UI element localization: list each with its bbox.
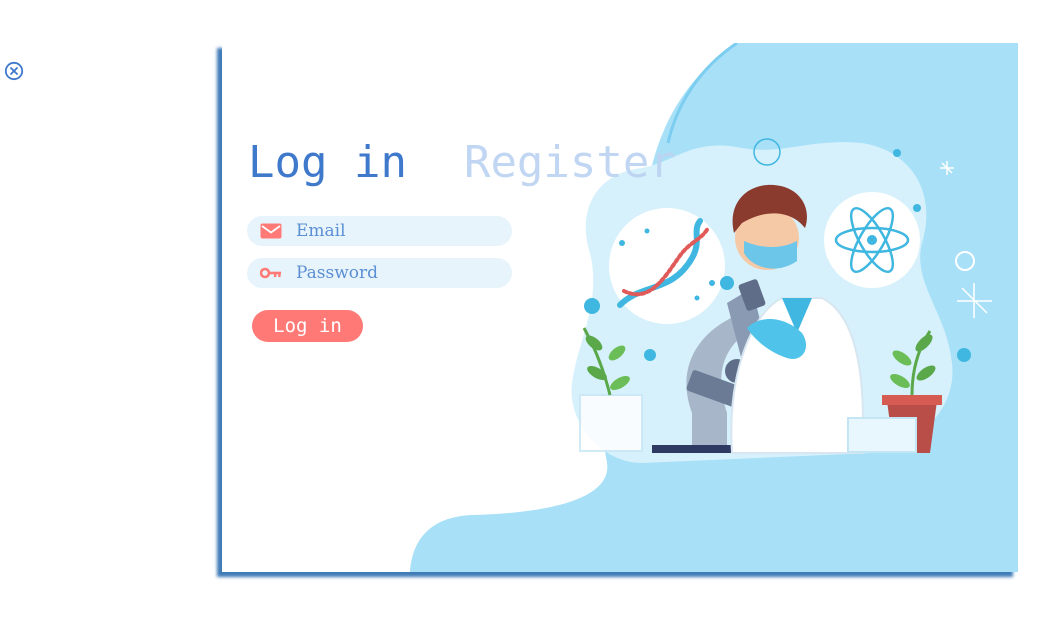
background-illustration [410,43,1018,572]
login-card: Log in Register Log in [222,43,1018,572]
key-icon [260,264,282,282]
email-field[interactable] [247,216,512,246]
auth-tabs: Log in Register [248,138,676,188]
login-button[interactable]: Log in [252,310,363,342]
password-field[interactable] [247,258,512,288]
tab-register[interactable]: Register [464,138,676,188]
close-icon[interactable] [4,61,24,81]
tab-login[interactable]: Log in [248,138,407,188]
envelope-icon [260,222,282,240]
email-input[interactable] [296,221,496,241]
password-input[interactable] [296,263,496,283]
